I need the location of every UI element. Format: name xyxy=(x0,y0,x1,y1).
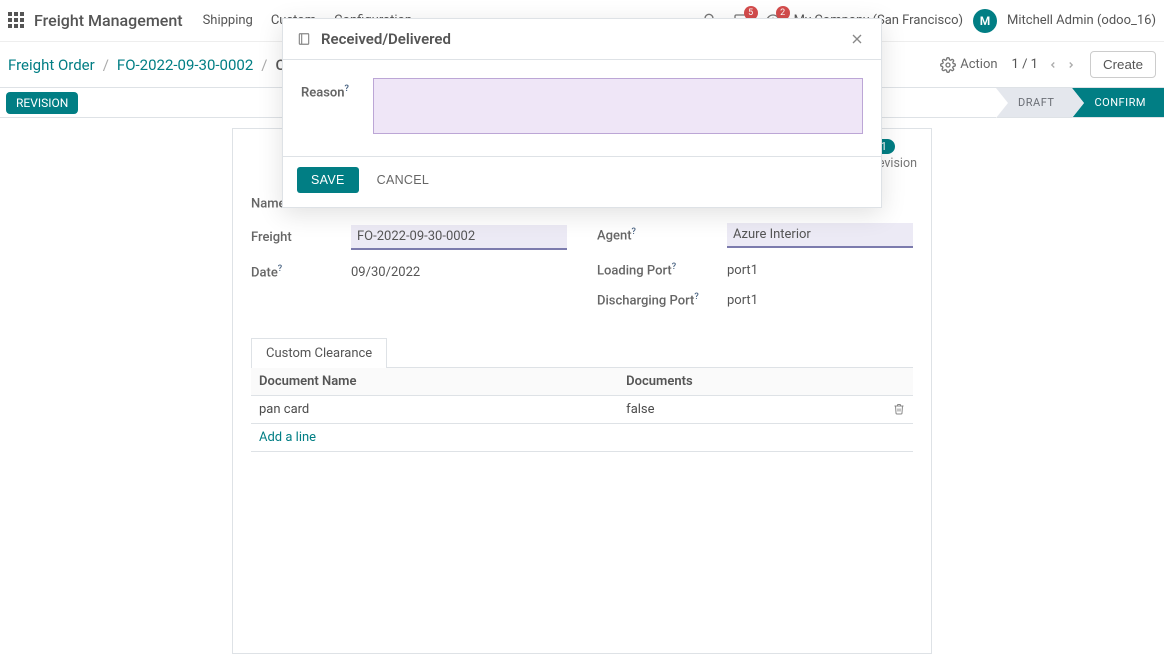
close-icon[interactable] xyxy=(847,29,867,49)
cancel-button[interactable]: CANCEL xyxy=(371,172,436,188)
gear-icon[interactable] xyxy=(940,57,956,73)
apps-icon[interactable] xyxy=(8,12,26,30)
create-button[interactable]: Create xyxy=(1090,51,1156,78)
action-menu[interactable]: Action xyxy=(960,57,997,72)
modal-body: Reason? xyxy=(283,60,881,156)
row-delete-icon[interactable] xyxy=(885,395,913,423)
pager: 1 / 1 xyxy=(1012,57,1038,72)
breadcrumb-sep-1: / xyxy=(103,56,109,74)
modal-title: Received/Delivered xyxy=(321,30,451,48)
save-button[interactable]: SAVE xyxy=(297,167,359,193)
nav-link-shipping[interactable]: Shipping xyxy=(203,13,253,28)
freight-value[interactable]: FO-2022-09-30-0002 xyxy=(351,225,567,250)
discharging-port-label: Discharging Port? xyxy=(597,292,717,308)
reason-input[interactable] xyxy=(373,78,863,134)
cell-documents[interactable]: false xyxy=(618,395,885,423)
user-name[interactable]: Mitchell Admin (odoo_16) xyxy=(1007,13,1156,28)
agent-label: Agent? xyxy=(597,227,717,243)
modal-header: Received/Delivered xyxy=(283,19,881,60)
clearance-table: Document Name Documents pan card false xyxy=(251,367,913,452)
date-value[interactable]: 09/30/2022 xyxy=(351,265,567,280)
reason-label: Reason? xyxy=(301,78,349,100)
tab-custom-clearance[interactable]: Custom Clearance xyxy=(251,338,387,368)
date-label: Date? xyxy=(251,264,341,280)
table-row[interactable]: pan card false xyxy=(251,395,913,423)
modal-footer: SAVE CANCEL xyxy=(283,156,881,207)
form-grid: Name? Freight FO-2022-09-30-0002 Date? 0… xyxy=(251,195,913,309)
breadcrumb-sep-2: / xyxy=(261,56,267,74)
add-line-button[interactable]: Add a line xyxy=(259,430,316,445)
loading-port-value[interactable]: port1 xyxy=(727,263,913,278)
avatar[interactable]: M xyxy=(973,9,997,33)
modal-title-icon xyxy=(297,32,311,46)
app-brand: Freight Management xyxy=(34,11,183,30)
revision-button[interactable]: REVISION xyxy=(6,92,78,114)
breadcrumb-root[interactable]: Freight Order xyxy=(8,56,95,74)
received-delivered-modal: Received/Delivered Reason? SAVE CANCEL xyxy=(282,18,882,208)
pager-prev[interactable] xyxy=(1044,58,1062,72)
cell-doc-name[interactable]: pan card xyxy=(251,395,618,423)
freight-label: Freight xyxy=(251,230,341,245)
agent-value[interactable]: Azure Interior xyxy=(727,223,913,248)
status-confirm[interactable]: CONFIRM xyxy=(1072,88,1164,117)
col-documents[interactable]: Documents xyxy=(618,367,885,395)
pager-next[interactable] xyxy=(1062,58,1080,72)
loading-port-label: Loading Port? xyxy=(597,262,717,278)
col-document-name[interactable]: Document Name xyxy=(251,367,618,395)
breadcrumb-mid[interactable]: FO-2022-09-30-0002 xyxy=(117,56,253,74)
status-draft[interactable]: DRAFT xyxy=(996,88,1072,117)
discharging-port-value[interactable]: port1 xyxy=(727,293,913,308)
notebook: Custom Clearance Document Name Documents… xyxy=(251,337,913,452)
